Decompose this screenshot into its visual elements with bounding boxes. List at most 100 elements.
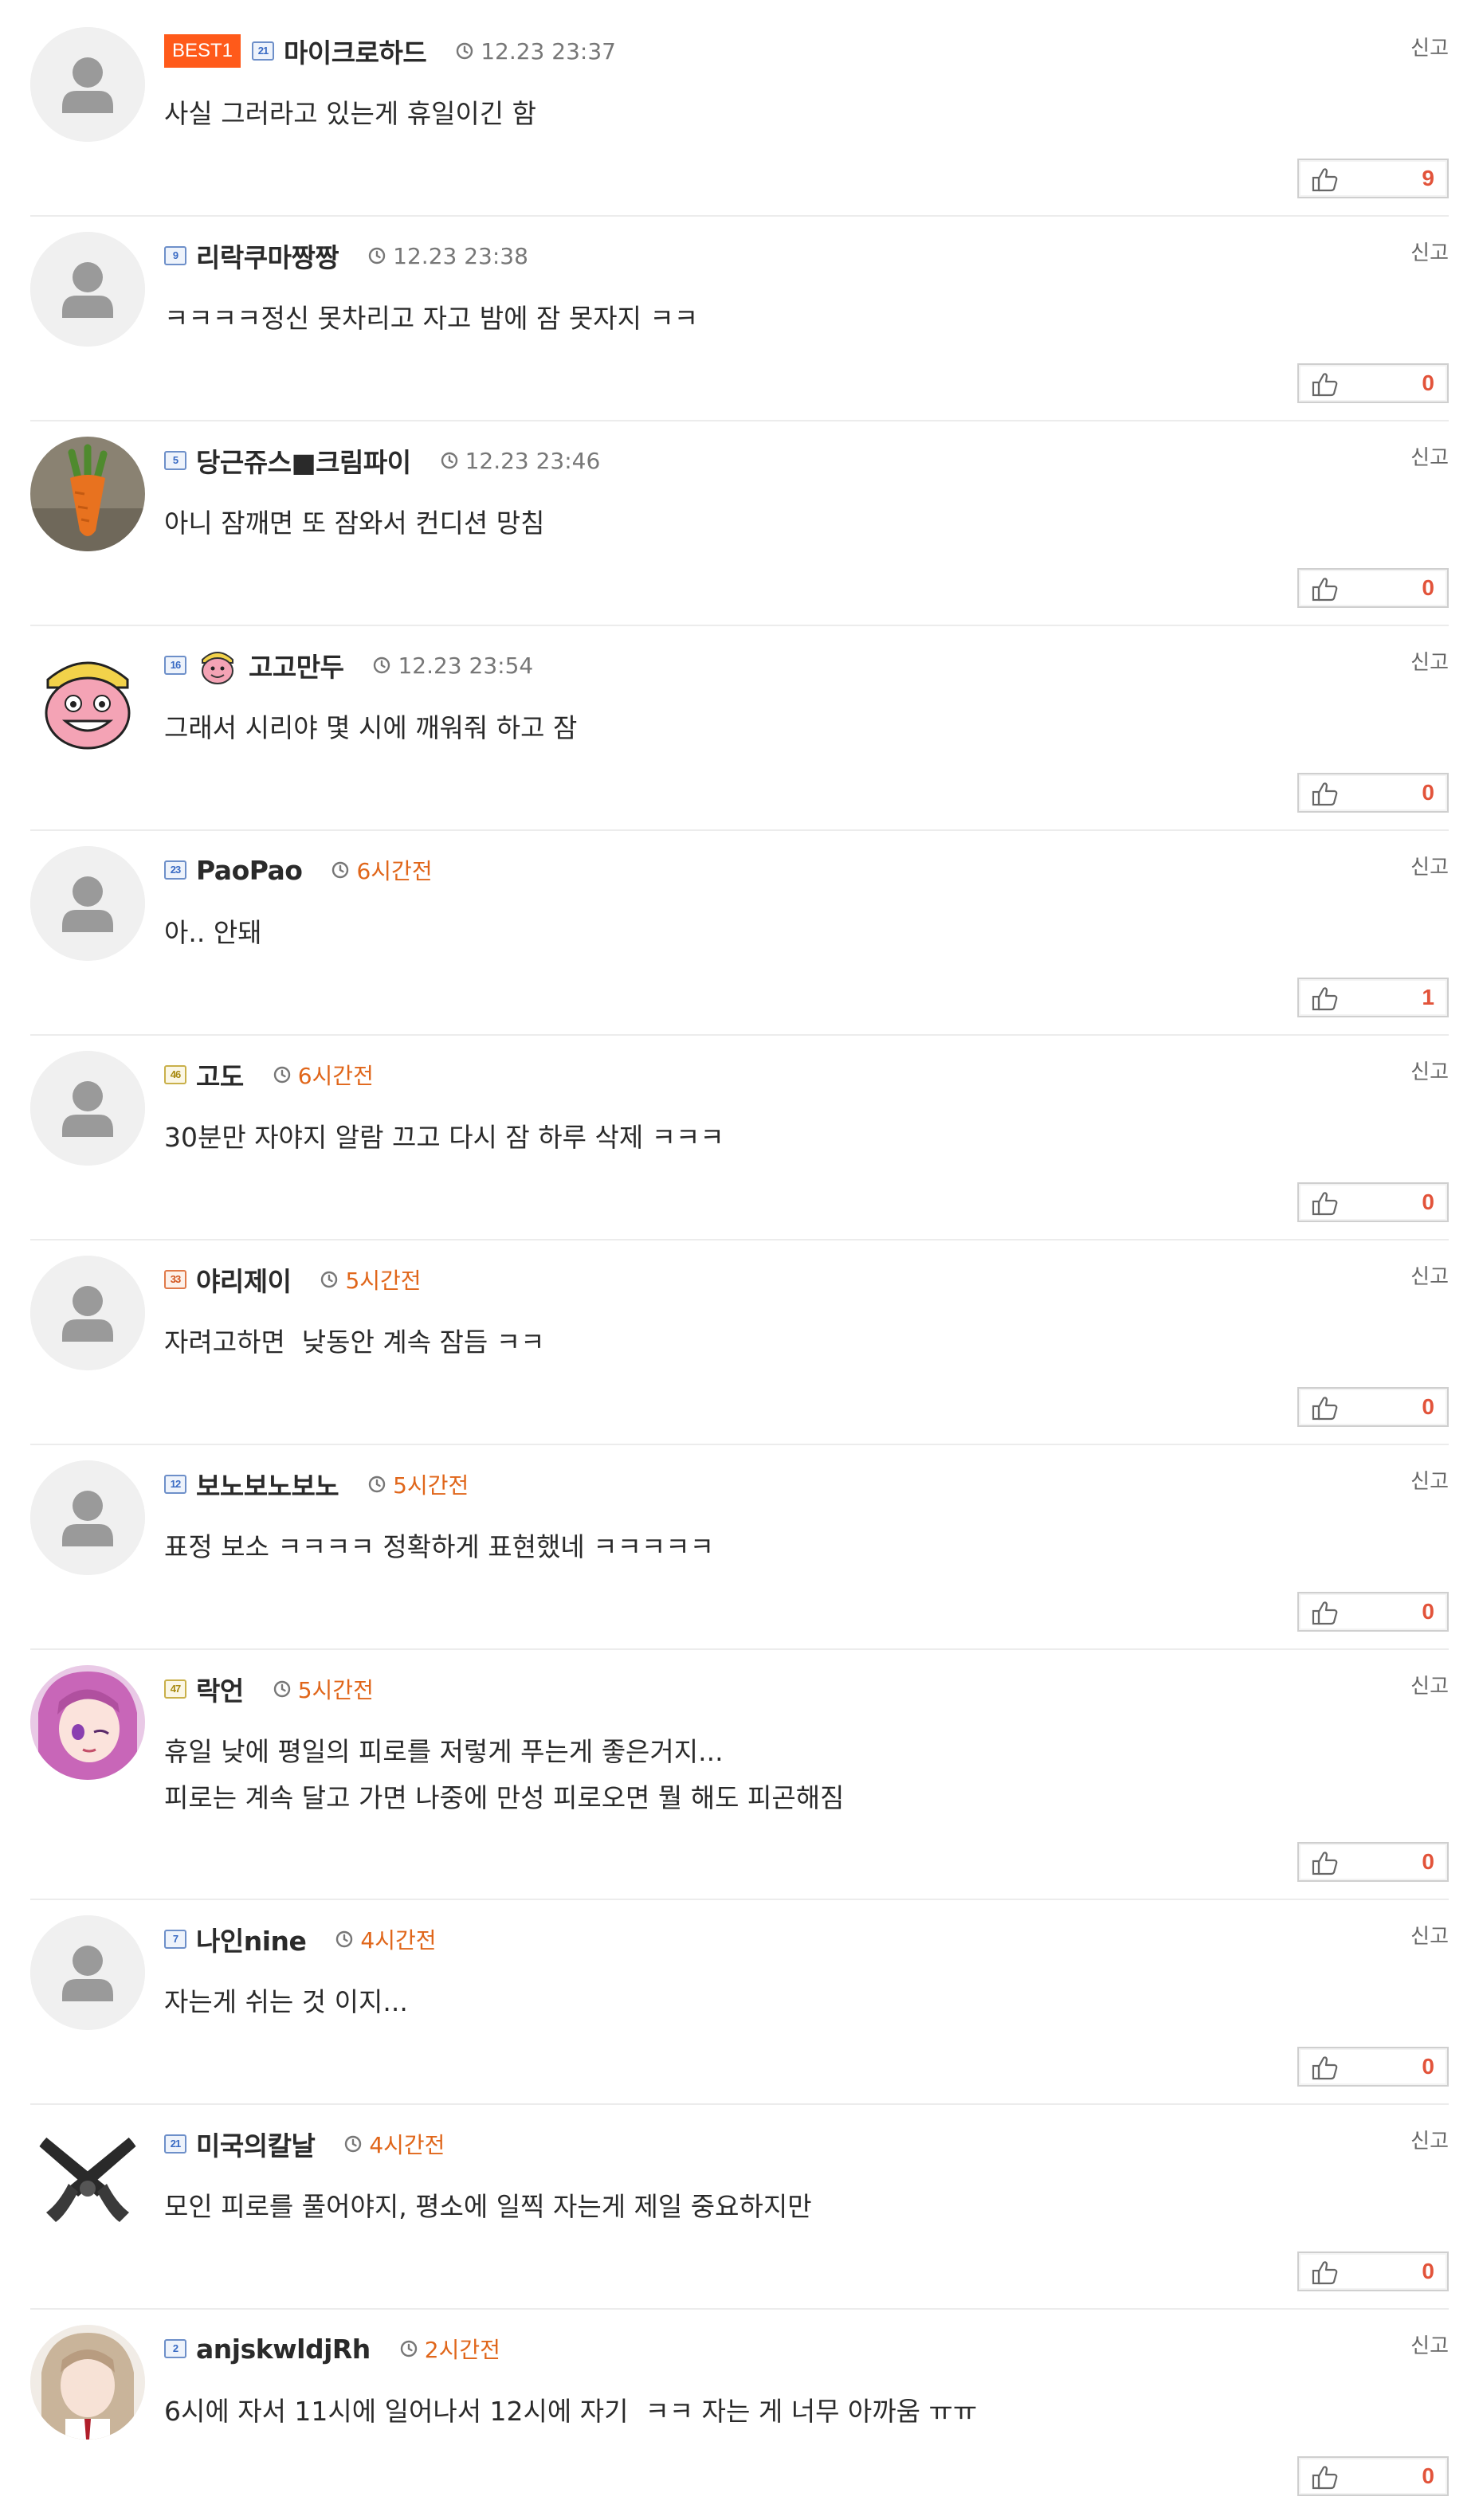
comment-item: 5 당근쥬스■크림파이 12.23 23:46 신고 아니 잠깨면 또 잠와서 … bbox=[30, 437, 1449, 626]
like-button[interactable]: 0 bbox=[1297, 2456, 1449, 2496]
thumbs-up-icon bbox=[1312, 1395, 1339, 1421]
timestamp-text: 12.23 23:37 bbox=[481, 37, 616, 65]
nickname[interactable]: 당근쥬스■크림파이 bbox=[196, 441, 411, 480]
carrot-avatar-image bbox=[30, 437, 145, 551]
report-link[interactable]: 신고 bbox=[1410, 646, 1449, 676]
level-icon: 21 bbox=[164, 2134, 186, 2154]
report-link[interactable]: 신고 bbox=[1410, 32, 1449, 61]
timestamp: 6시간전 bbox=[331, 854, 433, 886]
like-button[interactable]: 0 bbox=[1297, 2252, 1449, 2291]
nickname[interactable]: 나인nine bbox=[196, 1920, 307, 1958]
level-icon: 2 bbox=[164, 2339, 186, 2358]
comment-item: 47 락언 5시간전 신고 휴일 낮에 평일의 피로를 저렇게 푸는게 좋은거지… bbox=[30, 1665, 1449, 1900]
avatar[interactable] bbox=[30, 1256, 145, 1370]
like-button[interactable]: 0 bbox=[1297, 1182, 1449, 1222]
nickname[interactable]: 리락쿠마짱짱 bbox=[196, 237, 339, 275]
report-link[interactable]: 신고 bbox=[1410, 2330, 1449, 2359]
comment-header: 5 당근쥬스■크림파이 12.23 23:46 bbox=[164, 437, 600, 484]
comment-text: 6시에 자서 11시에 일어나서 12시에 자기 ㅋㅋ 자는 게 너무 아까움 … bbox=[164, 2396, 978, 2427]
nickname[interactable]: 락언 bbox=[196, 1670, 244, 1708]
comment-header: 16 고고만두 12.23 23:54 bbox=[164, 641, 533, 689]
thumbs-up-icon bbox=[1312, 1190, 1339, 1216]
report-link[interactable]: 신고 bbox=[1410, 1260, 1449, 1290]
like-button[interactable]: 1 bbox=[1297, 978, 1449, 1017]
avatar[interactable] bbox=[30, 2120, 145, 2235]
comment-header: 33 야리제이 5시간전 bbox=[164, 1256, 422, 1303]
comment-header: BEST1 21 마이크로하드 12.23 23:37 bbox=[164, 27, 616, 75]
comment-text-line: 휴일 낮에 평일의 피로를 저렇게 푸는게 좋은거지... bbox=[164, 1736, 724, 1767]
like-count: 9 bbox=[1422, 166, 1434, 190]
comment-item: 7 나인nine 4시간전 신고 자는게 쉬는 것 이지... 0 bbox=[30, 1915, 1449, 2105]
pink-character-icon bbox=[202, 652, 233, 684]
like-count: 0 bbox=[1422, 780, 1434, 805]
report-link[interactable]: 신고 bbox=[1410, 441, 1449, 471]
nickname[interactable]: PaoPao bbox=[196, 855, 303, 886]
clock-icon bbox=[399, 2339, 418, 2358]
avatar[interactable] bbox=[30, 1460, 145, 1575]
nickname[interactable]: 마이크로하드 bbox=[284, 32, 427, 70]
timestamp-text: 12.23 23:38 bbox=[393, 242, 528, 269]
thumbs-up-icon bbox=[1312, 371, 1339, 397]
like-button[interactable]: 0 bbox=[1297, 363, 1449, 403]
avatar[interactable] bbox=[30, 1915, 145, 2030]
thumbs-up-icon bbox=[1312, 576, 1339, 602]
report-link[interactable]: 신고 bbox=[1410, 851, 1449, 880]
report-link[interactable]: 신고 bbox=[1410, 1670, 1449, 1699]
nickname[interactable]: 미국의칼날 bbox=[196, 2125, 316, 2163]
comment-header: 46 고도 6시간전 bbox=[164, 1051, 374, 1099]
nickname[interactable]: 보노보노보노 bbox=[196, 1465, 339, 1503]
comment-text: 표정 보소 ㅋㅋㅋㅋ 정확하게 표현했네 ㅋㅋㅋㅋㅋ bbox=[164, 1531, 715, 1562]
comment-text: 아니 잠깨면 또 잠와서 컨디션 망침 bbox=[164, 508, 545, 539]
timestamp: 5시간전 bbox=[320, 1264, 422, 1295]
like-button[interactable]: 0 bbox=[1297, 1387, 1449, 1427]
comment-item: 9 리락쿠마짱짱 12.23 23:38 신고 ㅋㅋㅋㅋ정신 못차리고 자고 밤… bbox=[30, 232, 1449, 421]
clock-icon bbox=[343, 2134, 363, 2154]
comment-text: 모인 피로를 풀어야지, 평소에 일찍 자는게 제일 중요하지만 bbox=[164, 2191, 812, 2222]
level-icon: 46 bbox=[164, 1065, 186, 1084]
nickname[interactable]: 고고만두 bbox=[249, 646, 344, 684]
anime-girl-avatar-image bbox=[30, 1665, 145, 1780]
avatar[interactable] bbox=[30, 437, 145, 551]
report-link[interactable]: 신고 bbox=[1410, 1465, 1449, 1495]
like-count: 0 bbox=[1422, 1849, 1434, 1874]
comment-header: 21 미국의칼날 4시간전 bbox=[164, 2120, 445, 2168]
avatar[interactable] bbox=[30, 232, 145, 347]
comment-text: 30분만 자야지 알람 끄고 다시 잠 하루 삭제 ㅋㅋㅋ bbox=[164, 1122, 724, 1153]
report-link[interactable]: 신고 bbox=[1410, 237, 1449, 266]
like-button[interactable]: 0 bbox=[1297, 2047, 1449, 2087]
comment-text: 휴일 낮에 평일의 피로를 저렇게 푸는게 좋은거지... 피로는 계속 달고 가… bbox=[164, 1729, 844, 1821]
comment-header: 7 나인nine 4시간전 bbox=[164, 1915, 437, 1963]
like-button[interactable]: 0 bbox=[1297, 773, 1449, 813]
avatar[interactable] bbox=[30, 641, 145, 756]
report-link[interactable]: 신고 bbox=[1410, 1056, 1449, 1085]
like-count: 0 bbox=[1422, 1599, 1434, 1624]
avatar[interactable] bbox=[30, 27, 145, 142]
comment-text-line: 피로는 계속 달고 가면 나중에 만성 피로오면 뭘 해도 피곤해짐 bbox=[164, 1782, 845, 1813]
avatar[interactable] bbox=[30, 846, 145, 961]
like-button[interactable]: 0 bbox=[1297, 1592, 1449, 1632]
comment-item: 46 고도 6시간전 신고 30분만 자야지 알람 끄고 다시 잠 하루 삭제 … bbox=[30, 1051, 1449, 1240]
comment-header: 12 보노보노보노 5시간전 bbox=[164, 1460, 469, 1508]
nickname[interactable]: anjskwldjRh bbox=[196, 2334, 371, 2365]
nickname[interactable]: 야리제이 bbox=[196, 1260, 292, 1299]
timestamp-text: 12.23 23:54 bbox=[398, 652, 534, 679]
avatar[interactable] bbox=[30, 2325, 145, 2440]
avatar[interactable] bbox=[30, 1665, 145, 1780]
clock-icon bbox=[372, 656, 391, 675]
avatar[interactable] bbox=[30, 1051, 145, 1166]
thumbs-up-icon bbox=[1312, 1600, 1339, 1625]
level-icon: 16 bbox=[164, 656, 186, 675]
comment-item: 12 보노보노보노 5시간전 신고 표정 보소 ㅋㅋㅋㅋ 정확하게 표현했네 ㅋ… bbox=[30, 1460, 1449, 1650]
report-link[interactable]: 신고 bbox=[1410, 2125, 1449, 2154]
comment-item: 16 고고만두 12.23 23:54 신고 그래서 시리야 몇 시에 깨워줘 … bbox=[30, 641, 1449, 831]
comment-text: 사실 그러라고 있는게 휴일이긴 함 bbox=[164, 98, 536, 129]
like-button[interactable]: 9 bbox=[1297, 159, 1449, 198]
nickname[interactable]: 고도 bbox=[196, 1056, 244, 1094]
like-button[interactable]: 0 bbox=[1297, 568, 1449, 608]
timestamp: 12.23 23:54 bbox=[372, 653, 533, 679]
report-link[interactable]: 신고 bbox=[1410, 1920, 1449, 1950]
level-icon: 7 bbox=[164, 1930, 186, 1949]
clock-icon bbox=[273, 1679, 292, 1699]
like-button[interactable]: 0 bbox=[1297, 1842, 1449, 1882]
level-icon: 47 bbox=[164, 1679, 186, 1699]
